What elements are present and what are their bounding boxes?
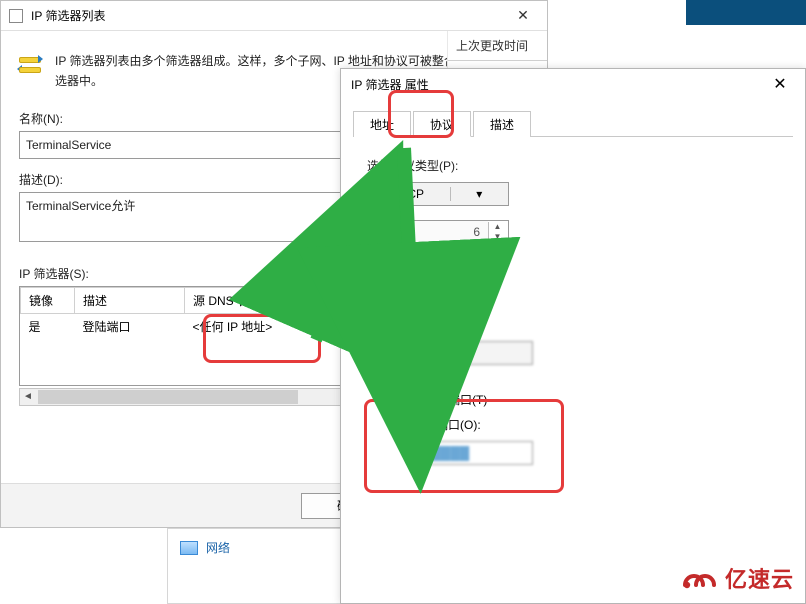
- spin-up-icon[interactable]: ▲: [489, 222, 506, 232]
- radio-from-any-label: 从任意端口(F): [412, 291, 487, 308]
- network-icon: [180, 541, 198, 555]
- tab-protocol[interactable]: 协议: [413, 111, 471, 137]
- protocol-selected: TCP: [392, 187, 450, 201]
- brand-logo: 亿速云: [673, 562, 794, 594]
- tab-bar: 地址 协议 描述: [353, 107, 793, 137]
- to-port-field[interactable]: [415, 441, 533, 465]
- tab-description[interactable]: 描述: [473, 111, 531, 137]
- dialog2-titlebar[interactable]: IP 筛选器 属性 ✕: [341, 69, 805, 99]
- chevron-down-icon[interactable]: ▾: [450, 187, 509, 201]
- brand-text: 亿速云: [725, 562, 794, 594]
- radio-from-this-label: 从此端口(R):: [412, 316, 480, 333]
- port-section-label: 设置 IP 协议端口:: [367, 266, 779, 283]
- from-port-field: [415, 341, 533, 365]
- dialog1-titlebar[interactable]: IP 筛选器列表 ✕: [1, 1, 547, 31]
- filter-list-icon: [19, 53, 41, 79]
- cell-desc: 登陆端口: [75, 313, 185, 339]
- protocol-type-select[interactable]: TCP ▾: [391, 182, 509, 206]
- protocol-number-spin[interactable]: ▲▼: [391, 220, 509, 244]
- radio-from-this[interactable]: [391, 318, 404, 331]
- cell-srcdns: <任何 IP 地址>: [185, 313, 295, 339]
- cell-mirror: 是: [21, 313, 75, 339]
- radio-to-any[interactable]: [391, 393, 404, 406]
- scroll-left-icon[interactable]: ◄: [20, 391, 36, 402]
- close-icon[interactable]: ✕: [507, 7, 539, 24]
- radio-to-this[interactable]: [391, 418, 404, 431]
- radio-to-any-label: 到任意端口(T): [412, 391, 487, 408]
- radio-from-any[interactable]: [391, 293, 404, 306]
- col-desc[interactable]: 描述: [75, 287, 185, 313]
- close-icon[interactable]: ✕: [765, 74, 795, 94]
- tab-address[interactable]: 地址: [353, 111, 411, 137]
- dialog1-title-text: IP 筛选器列表: [31, 7, 105, 24]
- col-srcdns[interactable]: 源 DNS 名称: [185, 287, 295, 313]
- dialog2-title-text: IP 筛选器 属性: [351, 76, 429, 93]
- protocol-number-field[interactable]: [392, 221, 488, 243]
- spin-down-icon[interactable]: ▼: [489, 232, 506, 242]
- bg-col-header: 上次更改时间: [448, 31, 547, 61]
- col-mirror[interactable]: 镜像: [21, 287, 75, 313]
- scroll-thumb[interactable]: [38, 390, 298, 404]
- network-label[interactable]: 网络: [206, 539, 230, 556]
- radio-to-this-label: 到此端口(O):: [412, 416, 481, 433]
- ip-filter-properties-dialog: IP 筛选器 属性 ✕ 地址 协议 描述 选择协议类型(P): TCP ▾ ▲▼…: [340, 68, 806, 604]
- protocol-type-label: 选择协议类型(P):: [367, 157, 779, 174]
- app-icon: [9, 9, 23, 23]
